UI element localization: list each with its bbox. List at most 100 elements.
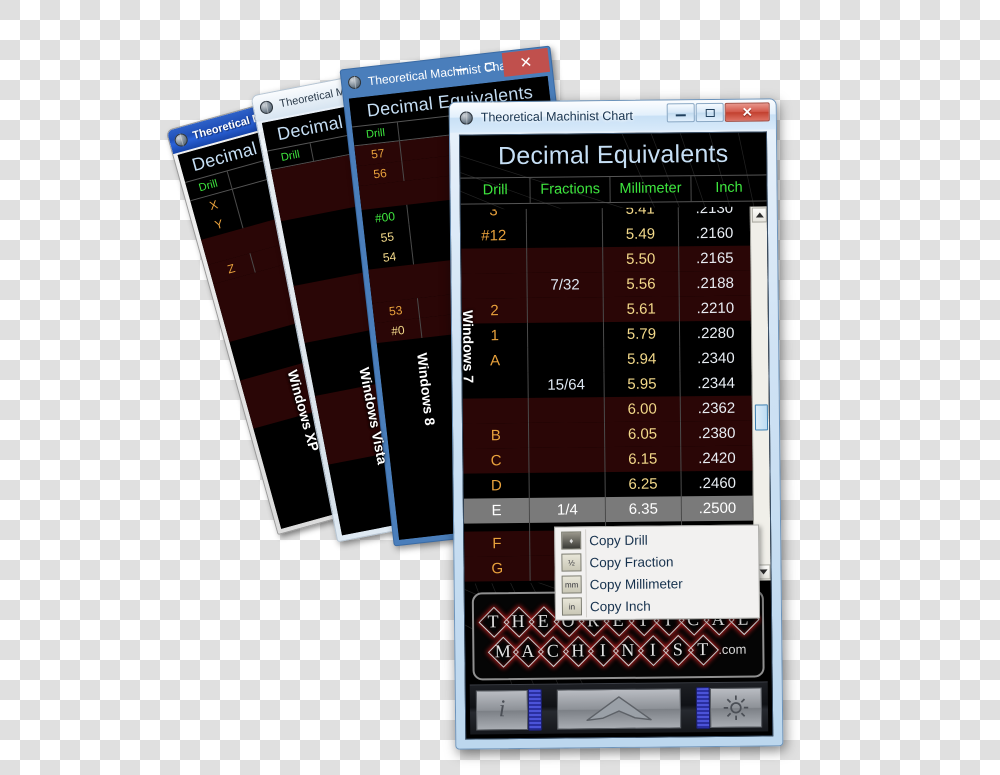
cell-fraction bbox=[528, 297, 604, 323]
cell-millimeter: 5.56 bbox=[603, 271, 680, 298]
table-header: Drill Fractions Millimeter Inch bbox=[460, 174, 767, 205]
cell-inch: .2165 bbox=[695, 249, 734, 268]
minimize-button[interactable] bbox=[666, 103, 695, 123]
app-content: Decimal Equivalents Drill Fractions Mill… bbox=[459, 132, 773, 739]
table-row[interactable]: B 6.05 .2380 bbox=[462, 420, 753, 449]
cell-fraction: 15/64 bbox=[528, 372, 605, 398]
table-row[interactable]: 7/32 5.56 .2188 bbox=[461, 270, 751, 299]
os-label-windows-7: Windows 7 bbox=[460, 310, 477, 384]
table-row[interactable]: 15/64 5.95 .2344 bbox=[462, 371, 751, 399]
cell-millimeter: 6.15 bbox=[604, 446, 682, 473]
maximize-button-win8[interactable] bbox=[474, 54, 504, 79]
cell-drill bbox=[461, 247, 528, 274]
up-arrow-icon bbox=[586, 695, 652, 721]
logo-domain-suffix: .com bbox=[718, 641, 747, 657]
toolbar-divider-left bbox=[527, 688, 543, 731]
cell-inch: .2160 bbox=[695, 224, 734, 243]
cell-fraction bbox=[529, 397, 605, 423]
column-header-drill: Drill bbox=[460, 177, 532, 204]
up-navigation-button[interactable] bbox=[556, 687, 682, 730]
menu-item-label: Copy Millimeter bbox=[589, 575, 683, 592]
cell-inch: .2280 bbox=[696, 324, 735, 343]
page-title: Decimal Equivalents bbox=[497, 139, 729, 171]
cell-millimeter: 5.50 bbox=[602, 246, 680, 273]
brand-logo-line-2: M A C H I N I S T .com bbox=[490, 634, 747, 667]
table-row[interactable]: 6.00 .2362 bbox=[462, 395, 752, 424]
scroll-thumb[interactable] bbox=[754, 404, 769, 431]
cell-fraction bbox=[529, 472, 606, 498]
fraction-icon: ½ bbox=[561, 553, 582, 572]
cell-drill bbox=[461, 272, 529, 299]
cell-inch: .2500 bbox=[698, 499, 737, 518]
cell-inch: .2210 bbox=[696, 299, 735, 318]
cell-millimeter: 6.35 bbox=[605, 496, 683, 523]
cell-drill: #12 bbox=[460, 222, 528, 249]
millimeter-icon: mm bbox=[561, 575, 582, 594]
context-menu[interactable]: ♦ Copy Drill ½ Copy Fraction mm Copy Mil… bbox=[554, 524, 761, 621]
minimize-button-win8[interactable] bbox=[446, 57, 476, 82]
menu-item-label: Copy Inch bbox=[589, 598, 651, 614]
cell-millimeter: 5.61 bbox=[603, 296, 681, 323]
cell-millimeter: 5.95 bbox=[604, 371, 681, 398]
info-button[interactable]: i bbox=[475, 689, 529, 730]
menu-item-label: Copy Fraction bbox=[589, 553, 674, 570]
cell-fraction bbox=[527, 222, 603, 248]
gear-icon bbox=[723, 695, 749, 720]
bottom-toolbar: i bbox=[469, 681, 769, 735]
settings-button[interactable] bbox=[709, 686, 763, 728]
cell-fraction bbox=[529, 422, 605, 448]
close-button[interactable]: ✕ bbox=[724, 102, 770, 122]
app-logo-icon bbox=[258, 98, 276, 116]
drill-bit-icon: ♦ bbox=[561, 531, 582, 550]
caption-buttons: ✕ bbox=[666, 102, 770, 123]
cell-inch: .2420 bbox=[698, 449, 736, 468]
cell-millimeter: 5.41 bbox=[602, 206, 680, 223]
table-row[interactable]: 5.50 .2165 bbox=[461, 245, 751, 274]
column-header-inch: Inch bbox=[715, 179, 743, 196]
cell-drill: E bbox=[463, 497, 531, 524]
cell-drill: C bbox=[463, 447, 530, 474]
maximize-button[interactable] bbox=[695, 102, 724, 123]
window-title: Theoretical Machinist Chart bbox=[480, 108, 634, 125]
table-row[interactable]: 1 5.79 .2280 bbox=[461, 321, 751, 349]
column-header-millimeter: Millimeter bbox=[610, 176, 692, 203]
cell-millimeter: 6.00 bbox=[604, 396, 682, 423]
cell-fraction bbox=[527, 206, 603, 223]
cell-drill bbox=[462, 397, 530, 424]
menu-item-label: Copy Drill bbox=[589, 532, 648, 548]
inch-icon: in bbox=[561, 597, 583, 616]
cell-drill: G bbox=[464, 555, 532, 582]
cell-fraction bbox=[528, 322, 604, 348]
scroll-up-arrow[interactable] bbox=[751, 207, 767, 223]
table-row[interactable]: C 6.15 .2420 bbox=[463, 445, 753, 474]
app-logo-icon bbox=[172, 130, 190, 148]
cell-inch: .2362 bbox=[697, 399, 736, 418]
cell-drill: B bbox=[462, 422, 530, 449]
cell-millimeter: 5.79 bbox=[603, 321, 681, 348]
cell-millimeter: 5.94 bbox=[603, 346, 681, 373]
cell-millimeter: 5.49 bbox=[602, 221, 680, 248]
logo-letter: T bbox=[689, 634, 716, 664]
cell-fraction bbox=[528, 347, 605, 373]
info-icon: i bbox=[498, 696, 506, 723]
titlebar-windows-7[interactable]: Theoretical Machinist Chart ✕ bbox=[449, 99, 776, 133]
table-row[interactable]: #12 5.49 .2160 bbox=[460, 221, 750, 249]
table-row[interactable]: A 5.94 .2340 bbox=[462, 346, 751, 374]
table-row[interactable]: D 6.25 .2460 bbox=[463, 471, 753, 499]
table-row[interactable]: 2 5.61 .2210 bbox=[461, 295, 751, 324]
column-header-fractions: Fractions bbox=[530, 177, 611, 203]
cell-inch: .2460 bbox=[698, 474, 737, 493]
window-windows-7-active[interactable]: Theoretical Machinist Chart ✕ Decimal Eq… bbox=[448, 98, 784, 750]
window-body: Decimal Equivalents Drill Fractions Mill… bbox=[458, 131, 774, 740]
cell-fraction bbox=[529, 447, 606, 473]
app-logo-icon bbox=[346, 74, 363, 91]
cell-millimeter: 6.25 bbox=[605, 471, 682, 498]
cell-drill: D bbox=[463, 472, 531, 499]
app-logo-icon bbox=[459, 110, 474, 125]
close-button-win8[interactable]: ✕ bbox=[501, 47, 551, 77]
cell-inch: .2380 bbox=[697, 424, 736, 443]
table-row-selected[interactable]: E 1/4 6.35 .2500 bbox=[463, 495, 754, 524]
cell-inch: .2340 bbox=[697, 349, 735, 368]
toolbar-divider-right bbox=[695, 686, 711, 729]
cell-fraction bbox=[527, 247, 604, 273]
